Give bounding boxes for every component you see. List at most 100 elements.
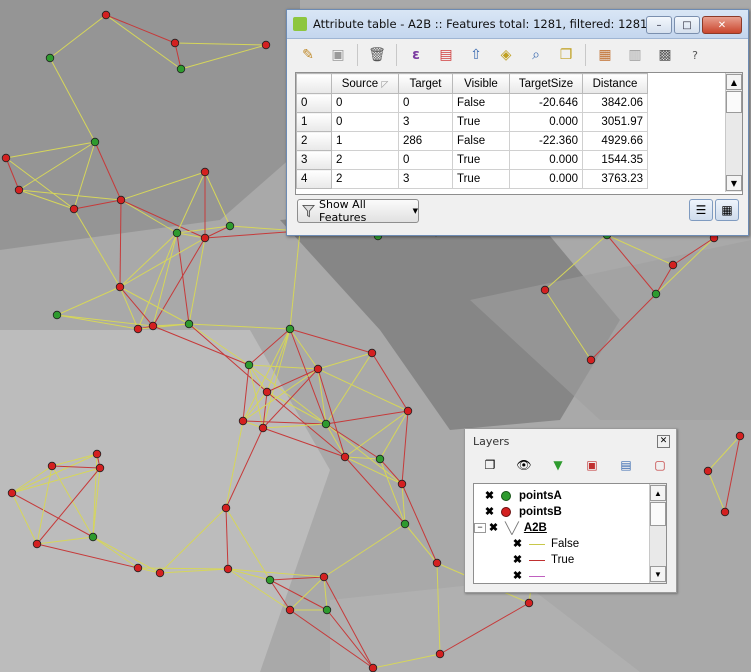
cell-visible[interactable]: True: [452, 112, 510, 132]
add-group-icon[interactable]: ❐: [479, 454, 501, 476]
table-row[interactable]: 3 2 0 True 0.000 1544.35: [296, 150, 648, 170]
cell-distance[interactable]: 3763.23: [582, 169, 648, 189]
deselect-icon[interactable]: ▤: [433, 42, 459, 68]
row-number[interactable]: 0: [296, 93, 332, 113]
column-header-targetsize[interactable]: TargetSize: [509, 73, 583, 94]
cell-target[interactable]: 3: [398, 112, 453, 132]
cell-source[interactable]: 1: [331, 131, 399, 151]
cell-source[interactable]: 0: [331, 112, 399, 132]
attribute-table-window[interactable]: Attribute table - A2B :: Features total:…: [286, 9, 749, 236]
column-header-distance[interactable]: Distance: [582, 73, 648, 94]
row-number[interactable]: 4: [296, 169, 332, 189]
filter-layers-icon[interactable]: ▼: [547, 454, 569, 476]
move-top-icon[interactable]: ⇧: [463, 42, 489, 68]
checkbox-checked-icon[interactable]: ✖: [512, 570, 523, 582]
table-view-button[interactable]: ▦: [715, 199, 739, 221]
zoom-to-icon[interactable]: ⌕: [523, 42, 549, 68]
remove-layer-icon[interactable]: ▢: [649, 454, 671, 476]
point-a: [172, 228, 182, 238]
cell-distance[interactable]: 3842.06: [582, 93, 648, 113]
form-view-button[interactable]: ☰: [689, 199, 713, 221]
cell-target[interactable]: 3: [398, 169, 453, 189]
cell-visible[interactable]: True: [452, 150, 510, 170]
vertical-scrollbar[interactable]: ▲ ▼: [725, 73, 742, 192]
expand-all-icon[interactable]: ▣: [581, 454, 603, 476]
table-row[interactable]: 4 2 3 True 0.000 3763.23: [296, 169, 648, 189]
layers-panel[interactable]: Layers ✕ ❐ 👁 ▼ ▣ ▤ ▢ ✖ pointsA ✖ pointsB…: [464, 428, 677, 593]
cell-distance[interactable]: 3051.97: [582, 112, 648, 132]
table-row[interactable]: 2 1 286 False -22.360 4929.66: [296, 131, 648, 151]
cell-targetsize[interactable]: -22.360: [509, 131, 583, 151]
scroll-down-icon[interactable]: ▼: [726, 175, 742, 191]
edit-pencil-icon[interactable]: ✎: [295, 42, 321, 68]
save-icon[interactable]: ▣: [325, 42, 351, 68]
legend-item-other[interactable]: ✖: [512, 568, 551, 583]
cell-source[interactable]: 2: [331, 150, 399, 170]
point-b: [200, 233, 210, 243]
new-column-icon[interactable]: ▥: [622, 42, 648, 68]
maximize-button[interactable]: □: [674, 16, 700, 34]
layer-item-pointsb[interactable]: ✖ pointsB: [484, 504, 562, 520]
checkbox-checked-icon[interactable]: ✖: [484, 490, 495, 502]
cell-target[interactable]: 0: [398, 93, 453, 113]
checkbox-checked-icon[interactable]: ✖: [512, 538, 523, 550]
cell-source[interactable]: 2: [331, 169, 399, 189]
scroll-thumb[interactable]: [726, 91, 742, 113]
attribute-grid[interactable]: Source ◸ Target Visible TargetSize Dista…: [295, 72, 743, 195]
cell-source[interactable]: 0: [331, 93, 399, 113]
row-number[interactable]: 2: [296, 131, 332, 151]
cell-target[interactable]: 0: [398, 150, 453, 170]
scroll-up-icon[interactable]: ▲: [650, 485, 666, 501]
column-header-target[interactable]: Target: [398, 73, 453, 94]
row-number[interactable]: 3: [296, 150, 332, 170]
table-row[interactable]: 0 0 0 False -20.646 3842.06: [296, 93, 648, 113]
minimize-button[interactable]: –: [646, 16, 672, 34]
copy-icon[interactable]: ❐: [553, 42, 579, 68]
checkbox-checked-icon[interactable]: ✖: [484, 506, 495, 518]
point-b: [432, 558, 442, 568]
column-header-source[interactable]: Source ◸: [331, 73, 399, 94]
point-b: [403, 406, 413, 416]
layer-item-pointsa[interactable]: ✖ pointsA: [484, 488, 562, 504]
delete-icon[interactable]: 🗑: [364, 42, 390, 68]
legend-item-false[interactable]: ✖ False: [512, 536, 579, 552]
cell-targetsize[interactable]: 0.000: [509, 169, 583, 189]
point-b: [223, 564, 233, 574]
invert-selection-icon[interactable]: ◈: [493, 42, 519, 68]
visibility-eye-icon[interactable]: 👁: [513, 454, 535, 476]
checkbox-checked-icon[interactable]: ✖: [512, 554, 523, 566]
scroll-down-icon[interactable]: ▼: [650, 566, 666, 582]
scroll-thumb[interactable]: [650, 502, 666, 526]
cell-target[interactable]: 286: [398, 131, 453, 151]
cell-visible[interactable]: False: [452, 131, 510, 151]
collapse-all-icon[interactable]: ▤: [615, 454, 637, 476]
cell-distance[interactable]: 1544.35: [582, 150, 648, 170]
column-header-visible[interactable]: Visible: [452, 73, 510, 94]
help-icon[interactable]: ?: [682, 42, 708, 68]
table-row[interactable]: 1 0 3 True 0.000 3051.97: [296, 112, 648, 132]
close-button[interactable]: ✕: [702, 16, 742, 34]
point-b: [586, 355, 596, 365]
point-a: [400, 519, 410, 529]
cell-targetsize[interactable]: 0.000: [509, 150, 583, 170]
expression-icon[interactable]: ε: [403, 42, 429, 68]
cell-targetsize[interactable]: -20.646: [509, 93, 583, 113]
field-calculator-icon[interactable]: ▩: [652, 42, 678, 68]
delete-column-icon[interactable]: ▦: [592, 42, 618, 68]
cell-targetsize[interactable]: 0.000: [509, 112, 583, 132]
cell-distance[interactable]: 4929.66: [582, 131, 648, 151]
scroll-up-icon[interactable]: ▲: [726, 74, 742, 90]
collapse-minus-icon[interactable]: −: [474, 523, 486, 533]
panel-close-icon[interactable]: ✕: [657, 435, 670, 448]
legend-item-true[interactable]: ✖ True: [512, 552, 574, 568]
layer-tree[interactable]: ✖ pointsA ✖ pointsB − ✖ ╲╱ A2B ✖ False ✖…: [473, 483, 667, 584]
show-all-features-button[interactable]: Show All Features ▼: [297, 198, 419, 224]
point-a: [285, 324, 295, 334]
layer-tree-scrollbar[interactable]: ▲ ▼: [649, 484, 666, 583]
cell-visible[interactable]: False: [452, 93, 510, 113]
checkbox-checked-icon[interactable]: ✖: [488, 522, 499, 534]
row-number[interactable]: 1: [296, 112, 332, 132]
cell-visible[interactable]: True: [452, 169, 510, 189]
point-b: [32, 539, 42, 549]
layer-item-a2b[interactable]: − ✖ ╲╱ A2B: [474, 520, 547, 536]
